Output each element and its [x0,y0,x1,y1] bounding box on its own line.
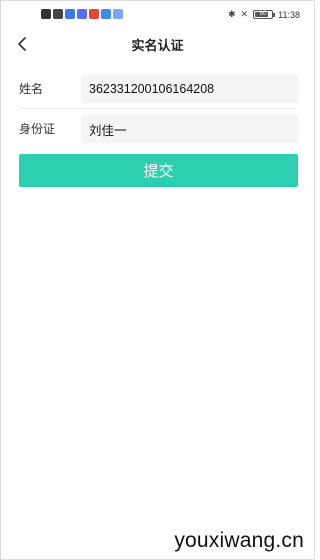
app-notification-icon [89,9,99,19]
app-notification-icon [77,9,87,19]
bluetooth-icon: ✱ [228,9,236,19]
nav-bar: 实名认证 [1,29,314,59]
app-notification-icon [113,9,123,19]
battery-level: 80 [259,11,267,17]
status-bar-notification-icons [41,9,123,19]
battery-icon: 80 [253,10,276,19]
name-row: 姓名 [1,71,314,109]
mute-icon: ✕ [240,9,249,19]
id-label: 身份证 [19,122,56,136]
name-input[interactable] [81,75,298,103]
notification-b-icon [41,9,51,19]
id-number-input[interactable] [81,115,298,143]
app-notification-icon [101,9,111,19]
status-bar-system-icons: ✱ ✕ 80 11:38 [228,9,300,20]
id-row: 身份证 [1,111,314,145]
status-time: 11:38 [278,9,300,20]
wifi-icon [53,9,63,19]
phone-screen: ✱ ✕ 80 11:38 实名认证 姓名 身份证 提交 youxiwang.c [0,0,315,560]
app-notification-icon [65,9,75,19]
status-bar: ✱ ✕ 80 11:38 [1,1,314,29]
watermark: youxiwang.cn [174,529,304,552]
row-divider [19,108,296,109]
submit-button[interactable]: 提交 [19,154,298,187]
name-label: 姓名 [19,82,44,96]
page-title: 实名认证 [131,39,184,54]
